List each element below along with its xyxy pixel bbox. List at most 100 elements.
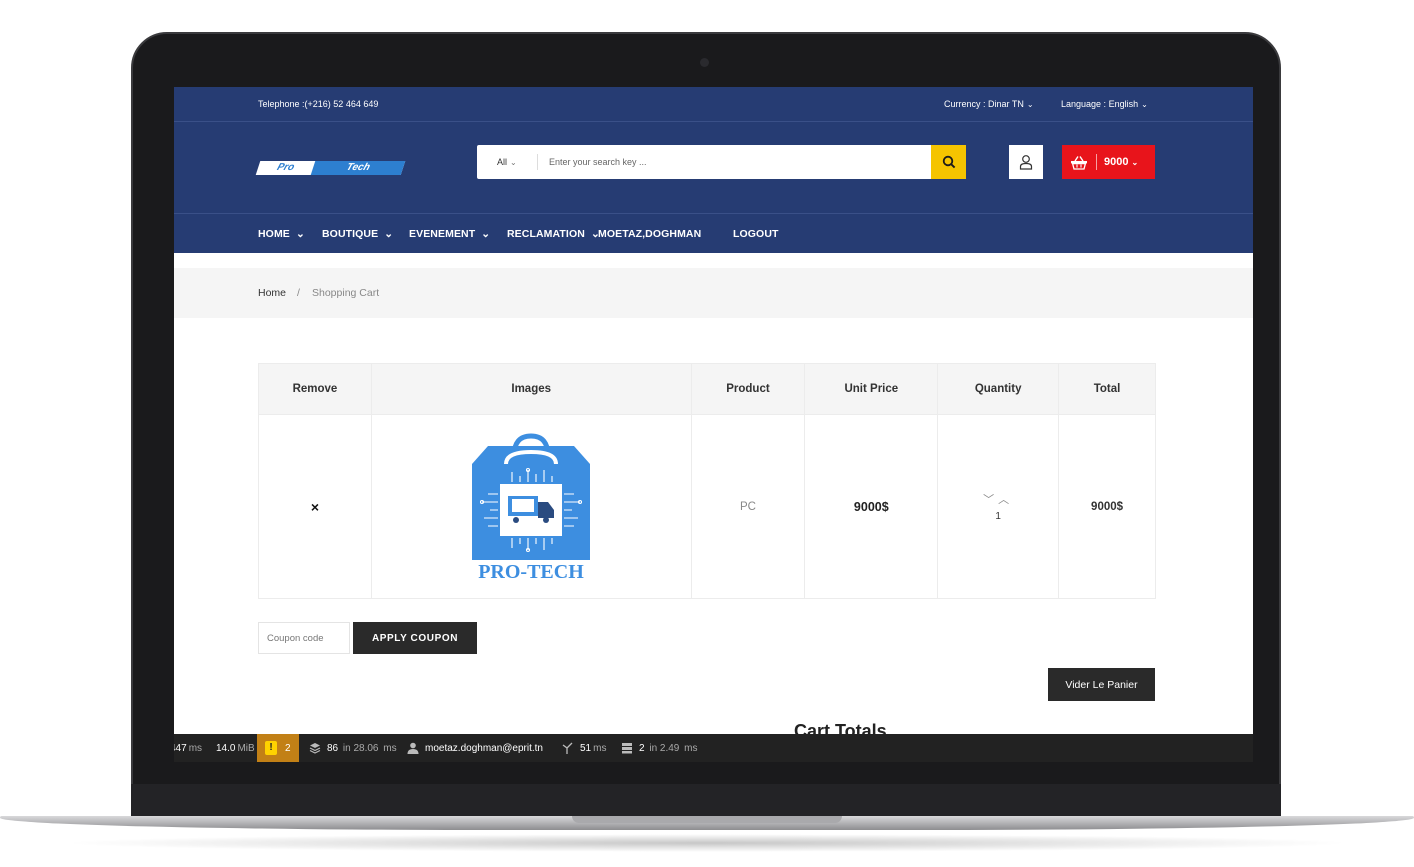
table-row: × PRO-TECH PC 9000$ ﹀︿ 1 9000$ — [258, 414, 1156, 599]
nav-item-logout[interactable]: LOGOUT — [733, 228, 779, 240]
quantity-stepper: ﹀︿ — [938, 491, 1058, 507]
cart-separator — [1096, 154, 1097, 170]
nav-item-home[interactable]: HOME ⌄ — [258, 228, 305, 240]
debug-time-value: 447 — [174, 742, 187, 754]
debug-user-email: moetaz.doghman@eprit.tn — [425, 742, 543, 754]
search-input[interactable] — [549, 151, 919, 173]
product-name[interactable]: PC — [740, 501, 756, 513]
debug-cache-unit: ms — [684, 742, 698, 754]
language-selector[interactable]: Language : English ⌄ — [1061, 99, 1148, 109]
debug-user[interactable]: moetaz.doghman@eprit.tn — [407, 734, 543, 762]
nav-item-label: RECLAMATION — [507, 228, 585, 240]
nav-item-user[interactable]: MOETAZ,DOGHMAN — [598, 228, 701, 240]
laptop-shadow — [60, 834, 1354, 852]
chevron-down-icon: ⌄ — [384, 228, 394, 240]
debug-memory-value: 14.0 — [216, 742, 236, 754]
camera-dot — [700, 58, 709, 67]
quantity-cell: ﹀︿ 1 — [937, 414, 1060, 599]
debug-db-time: in 28.06 — [342, 742, 379, 754]
cache-icon — [622, 743, 632, 754]
col-header-quantity: Quantity — [937, 363, 1060, 415]
site-logo[interactable]: Pro Tech — [255, 161, 406, 175]
person-icon — [407, 742, 419, 754]
col-header-remove: Remove — [258, 363, 372, 415]
col-header-product: Product — [690, 363, 806, 415]
clear-cart-button[interactable]: Vider Le Panier — [1048, 668, 1155, 701]
chevron-down-icon: ⌄ — [1026, 100, 1034, 109]
ajax-icon — [562, 742, 573, 754]
breadcrumb: Home / Shopping Cart — [174, 268, 1253, 318]
user-icon — [1019, 155, 1033, 170]
product-image[interactable]: PRO-TECH — [468, 432, 594, 582]
quantity-value[interactable]: 1 — [938, 511, 1058, 522]
cart-table: Remove Images Product Unit Price Quantit… — [258, 363, 1156, 599]
laptop-frame: Telephone :(+216) 52 464 649 Currency : … — [0, 0, 1414, 867]
debug-toolbar: 447ms 14.0MiB !2 86 in 28.06 ms moetaz.d… — [174, 734, 1253, 762]
account-button[interactable] — [1009, 145, 1043, 179]
browser-viewport: Telephone :(+216) 52 464 649 Currency : … — [174, 87, 1253, 762]
breadcrumb-home[interactable]: Home — [258, 287, 286, 299]
product-cell: PC — [690, 414, 806, 599]
chevron-down-icon: ⌄ — [1131, 157, 1139, 167]
cart-amount: 9000 — [1104, 156, 1129, 168]
debug-time-unit: ms — [188, 742, 203, 754]
debug-ajax[interactable]: 51 ms — [562, 734, 606, 762]
debug-db-unit: ms — [383, 742, 397, 754]
search-divider — [537, 154, 538, 170]
nav-item-evenement[interactable]: EVENEMENT ⌄ — [409, 228, 490, 240]
language-value: English — [1108, 99, 1139, 109]
col-header-images: Images — [370, 363, 692, 415]
debug-ajax-unit: ms — [593, 742, 607, 754]
unit-price: 9000$ — [853, 499, 889, 514]
currency-value: Dinar TN — [988, 99, 1024, 109]
search-bar: All ⌄ — [477, 145, 966, 179]
currency-label: Currency : — [944, 99, 986, 109]
layers-icon — [309, 743, 321, 754]
logo-text-pro: Pro — [275, 162, 296, 173]
main-nav: HOME ⌄ BOUTIQUE ⌄ EVENEMENT ⌄ RECLAMATIO… — [174, 214, 1253, 253]
product-image-caption: PRO-TECH — [478, 561, 584, 582]
currency-selector[interactable]: Currency : Dinar TN ⌄ — [944, 99, 1034, 109]
nav-item-label: BOUTIQUE — [322, 228, 379, 240]
debug-time[interactable]: 447ms — [174, 734, 202, 762]
breadcrumb-current: Shopping Cart — [312, 287, 380, 299]
debug-cache-time: in 2.49 — [649, 742, 680, 754]
nav-item-label: EVENEMENT — [409, 228, 476, 240]
search-category-value: All — [497, 157, 508, 167]
debug-ajax-time: 51 — [580, 742, 592, 754]
nav-item-boutique[interactable]: BOUTIQUE ⌄ — [322, 228, 393, 240]
search-category-select[interactable]: All ⌄ — [497, 157, 517, 167]
debug-warnings-count: 2 — [285, 742, 291, 754]
language-label: Language : — [1061, 99, 1107, 109]
chevron-down-icon: ⌄ — [481, 228, 491, 240]
warning-icon: ! — [265, 741, 277, 755]
debug-memory-unit: MiB — [237, 742, 255, 754]
nav-item-label: LOGOUT — [733, 228, 779, 240]
search-button[interactable] — [931, 145, 966, 179]
laptop-chin — [131, 784, 1281, 820]
debug-cache-count: 2 — [639, 742, 645, 754]
nav-item-reclamation[interactable]: RECLAMATION ⌄ — [507, 228, 600, 240]
debug-db-count: 86 — [327, 742, 339, 754]
chevron-up-icon[interactable]: ︿ — [998, 494, 1013, 506]
coupon-code-input[interactable] — [258, 622, 350, 654]
site-header: Pro Tech All⌄ 9000⌄ — [174, 122, 1253, 214]
close-icon[interactable]: × — [311, 499, 319, 515]
search-icon — [942, 155, 955, 169]
chevron-down-icon: ⌄ — [295, 228, 305, 240]
chevron-down-icon: ⌄ — [1141, 100, 1148, 109]
phone-number: Telephone :(+216) 52 464 649 — [258, 99, 379, 109]
debug-cache[interactable]: 2 in 2.49 ms — [621, 734, 698, 762]
debug-doctrine[interactable]: 86 in 28.06 ms — [309, 734, 397, 762]
apply-coupon-button[interactable]: APPLY COUPON — [353, 622, 477, 654]
debug-memory[interactable]: 14.0 MiB — [216, 734, 255, 762]
table-header-row: Remove Images Product Unit Price Quantit… — [258, 363, 1156, 415]
debug-warnings[interactable]: ! 2 — [257, 734, 299, 762]
cart-button[interactable]: 9000 ⌄ — [1062, 145, 1155, 179]
breadcrumb-separator: / — [297, 287, 300, 299]
laptop-notch — [572, 816, 842, 823]
image-cell: PRO-TECH — [370, 414, 692, 599]
col-header-unit-price: Unit Price — [804, 363, 939, 415]
col-header-total: Total — [1058, 363, 1156, 415]
chevron-down-icon[interactable]: ﹀ — [983, 494, 998, 506]
